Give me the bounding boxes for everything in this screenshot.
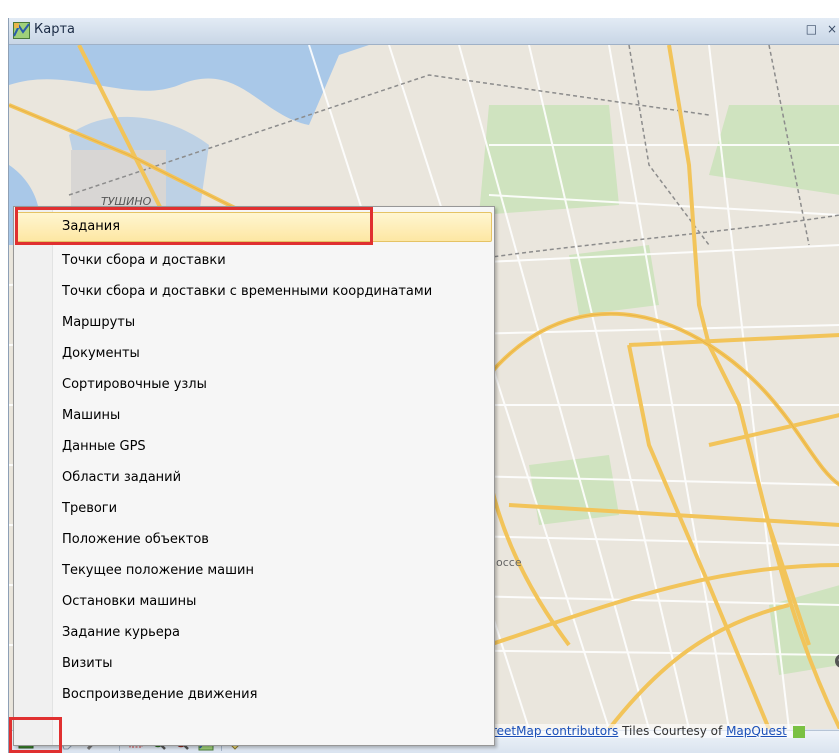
osm-contributors-link[interactable]: reetMap contributors	[492, 724, 618, 738]
menu-item-documents[interactable]: Документы	[16, 339, 492, 369]
menu-item-pickup-delivery-temp-coords[interactable]: Точки сбора и доставки с временными коор…	[16, 277, 492, 307]
menu-item-vehicle-stops[interactable]: Остановки машины	[16, 587, 492, 617]
window-title: Карта	[34, 22, 75, 37]
map-attribution: reetMap contributors Tiles Courtesy of M…	[492, 724, 805, 738]
menu-item-routes[interactable]: Маршруты	[16, 308, 492, 338]
layers-menu: Задания Точки сбора и доставки Точки сбо…	[13, 206, 495, 746]
attribution-middle: Tiles Courtesy of	[618, 724, 727, 738]
menu-item-motion-playback[interactable]: Воспроизведение движения	[16, 680, 492, 710]
road-label: оссе	[496, 556, 522, 569]
menu-item-object-positions[interactable]: Положение объектов	[16, 525, 492, 555]
window-controls[interactable]: □ ×	[806, 22, 839, 36]
menu-item-current-vehicle-positions[interactable]: Текущее положение машин	[16, 556, 492, 586]
window-titlebar: Карта □ ×	[9, 18, 839, 45]
menu-item-vehicles[interactable]: Машины	[16, 401, 492, 431]
menu-item-alarms[interactable]: Тревоги	[16, 494, 492, 524]
maximize-icon[interactable]: □	[806, 22, 820, 36]
menu-item-visits[interactable]: Визиты	[16, 649, 492, 679]
menu-item-tasks[interactable]: Задания	[16, 212, 492, 242]
menu-item-sorting-nodes[interactable]: Сортировочные узлы	[16, 370, 492, 400]
close-icon[interactable]: ×	[827, 22, 839, 36]
menu-item-courier-task[interactable]: Задание курьера	[16, 618, 492, 648]
menu-item-pickup-delivery-points[interactable]: Точки сбора и доставки	[16, 246, 492, 276]
map-app-icon	[13, 22, 30, 39]
mapquest-link[interactable]: MapQuest	[726, 724, 787, 738]
menu-item-task-areas[interactable]: Области заданий	[16, 463, 492, 493]
mapquest-logo-icon	[792, 725, 805, 738]
menu-item-gps-data[interactable]: Данные GPS	[16, 432, 492, 462]
